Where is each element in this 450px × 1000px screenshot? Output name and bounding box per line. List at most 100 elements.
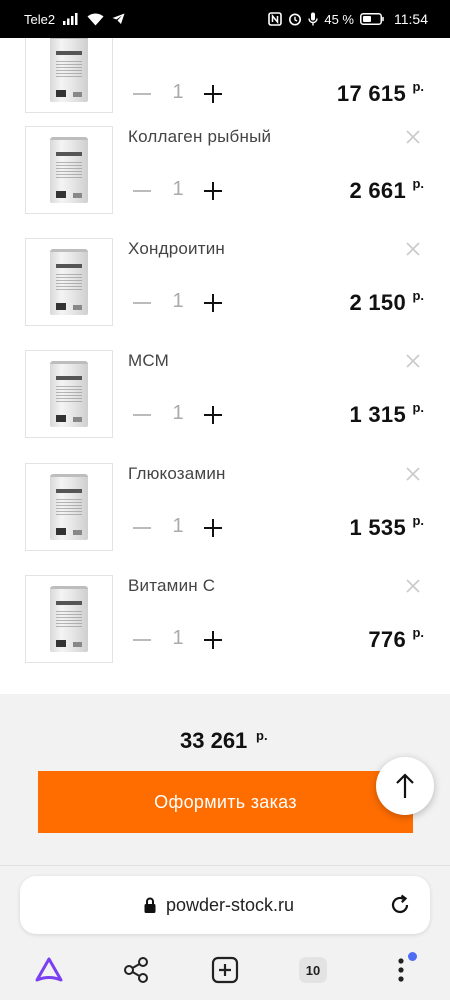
- qty-increment-button[interactable]: [202, 629, 224, 651]
- close-icon: [406, 242, 420, 256]
- product-price: 2 661: [349, 178, 406, 203]
- alice-icon: [35, 957, 63, 982]
- cart-list: 1 17 615 р. Коллаген рыбный 1 2 661 р. Х…: [0, 38, 450, 694]
- cart-item: Хондроитин 1 2 150 р.: [0, 238, 450, 350]
- qty-value: 1: [172, 627, 184, 649]
- battery-icon: [360, 13, 384, 25]
- product-image[interactable]: [25, 38, 113, 113]
- total-currency: р.: [256, 728, 268, 743]
- qty-value: 1: [172, 515, 184, 537]
- qty-increment-button[interactable]: [202, 404, 224, 426]
- product-image[interactable]: [25, 575, 113, 663]
- order-total: 33 261: [180, 728, 248, 753]
- close-icon: [406, 130, 420, 144]
- new-tab-button[interactable]: [205, 950, 245, 990]
- qty-increment-button[interactable]: [202, 292, 224, 314]
- signal-icon: [63, 13, 78, 25]
- minus-icon: [133, 302, 151, 304]
- address-bar[interactable]: powder-stock.ru: [20, 876, 430, 934]
- qty-value: 1: [172, 290, 184, 312]
- currency-label: р.: [412, 176, 424, 191]
- currency-label: р.: [412, 513, 424, 528]
- remove-item-button[interactable]: [404, 577, 422, 595]
- share-button[interactable]: [116, 950, 156, 990]
- qty-decrement-button[interactable]: [131, 517, 153, 539]
- product-price: 17 615: [336, 81, 406, 106]
- product-price: 2 150: [349, 290, 406, 315]
- qty-increment-button[interactable]: [202, 517, 224, 539]
- cart-item: Глюкозамин 1 1 535 р.: [0, 463, 450, 575]
- url-text[interactable]: powder-stock.ru: [166, 895, 294, 916]
- product-image[interactable]: [25, 238, 113, 326]
- plus-icon: [204, 85, 222, 103]
- close-icon: [406, 354, 420, 368]
- notification-dot: [408, 952, 417, 961]
- remove-item-button[interactable]: [404, 352, 422, 370]
- qty-value: 1: [172, 81, 184, 103]
- product-price: 1 315: [349, 402, 406, 427]
- product-image[interactable]: [25, 350, 113, 438]
- minus-icon: [133, 190, 151, 192]
- microphone-icon: [308, 12, 319, 26]
- scroll-to-top-button[interactable]: [376, 757, 434, 815]
- assistant-button[interactable]: [29, 950, 69, 990]
- cart-item: 1 17 615 р.: [0, 38, 450, 125]
- remove-item-button[interactable]: [404, 465, 422, 483]
- product-name[interactable]: Глюкозамин: [128, 464, 226, 484]
- tabs-icon: 10: [299, 957, 327, 983]
- product-image[interactable]: [25, 126, 113, 214]
- arrow-up-icon: [396, 773, 414, 798]
- reload-icon[interactable]: [388, 893, 412, 917]
- qty-increment-button[interactable]: [202, 180, 224, 202]
- remove-item-button[interactable]: [404, 128, 422, 146]
- tabs-button[interactable]: 10: [293, 950, 333, 990]
- close-icon: [406, 579, 420, 593]
- menu-button[interactable]: [381, 950, 421, 990]
- browser-toolbar: powder-stock.ru 10: [0, 866, 450, 1000]
- more-vertical-icon: [398, 958, 404, 982]
- battery-percent: 45 %: [324, 11, 354, 27]
- plus-icon: [204, 519, 222, 537]
- qty-decrement-button[interactable]: [131, 180, 153, 202]
- plus-icon: [204, 182, 222, 200]
- product-name[interactable]: Витамин С: [128, 576, 215, 596]
- minus-icon: [133, 527, 151, 529]
- plus-icon: [204, 406, 222, 424]
- wifi-icon: [87, 12, 104, 25]
- currency-label: р.: [412, 79, 424, 94]
- minus-icon: [133, 414, 151, 416]
- currency-label: р.: [412, 400, 424, 415]
- qty-decrement-button[interactable]: [131, 404, 153, 426]
- product-image[interactable]: [25, 463, 113, 551]
- minus-icon: [133, 639, 151, 641]
- checkout-button[interactable]: Оформить заказ: [38, 771, 413, 833]
- remove-item-button[interactable]: [404, 240, 422, 258]
- cart-item: МСМ 1 1 315 р.: [0, 350, 450, 462]
- clock: 11:54: [394, 11, 428, 27]
- new-tab-icon: [211, 956, 239, 984]
- qty-decrement-button[interactable]: [131, 83, 153, 105]
- share-icon: [124, 957, 148, 983]
- qty-value: 1: [172, 402, 184, 424]
- product-name[interactable]: Хондроитин: [128, 239, 225, 259]
- currency-label: р.: [412, 625, 424, 640]
- currency-label: р.: [412, 288, 424, 303]
- lock-icon: [144, 897, 156, 913]
- cart-item: Коллаген рыбный 1 2 661 р.: [0, 126, 450, 238]
- minus-icon: [133, 93, 151, 95]
- qty-increment-button[interactable]: [202, 83, 224, 105]
- product-name[interactable]: МСМ: [128, 351, 169, 371]
- alarm-icon: [289, 13, 302, 26]
- qty-value: 1: [172, 178, 184, 200]
- qty-decrement-button[interactable]: [131, 629, 153, 651]
- status-bar: Tele2 45 % 11:54: [0, 0, 450, 38]
- nfc-icon: [268, 12, 283, 26]
- telegram-icon: [112, 13, 125, 24]
- carrier-label: Tele2: [24, 11, 56, 27]
- plus-icon: [204, 294, 222, 312]
- qty-decrement-button[interactable]: [131, 292, 153, 314]
- product-name[interactable]: Коллаген рыбный: [128, 127, 271, 147]
- cart-item: Витамин С 1 776 р.: [0, 575, 450, 687]
- plus-icon: [204, 631, 222, 649]
- product-price: 1 535: [349, 515, 406, 540]
